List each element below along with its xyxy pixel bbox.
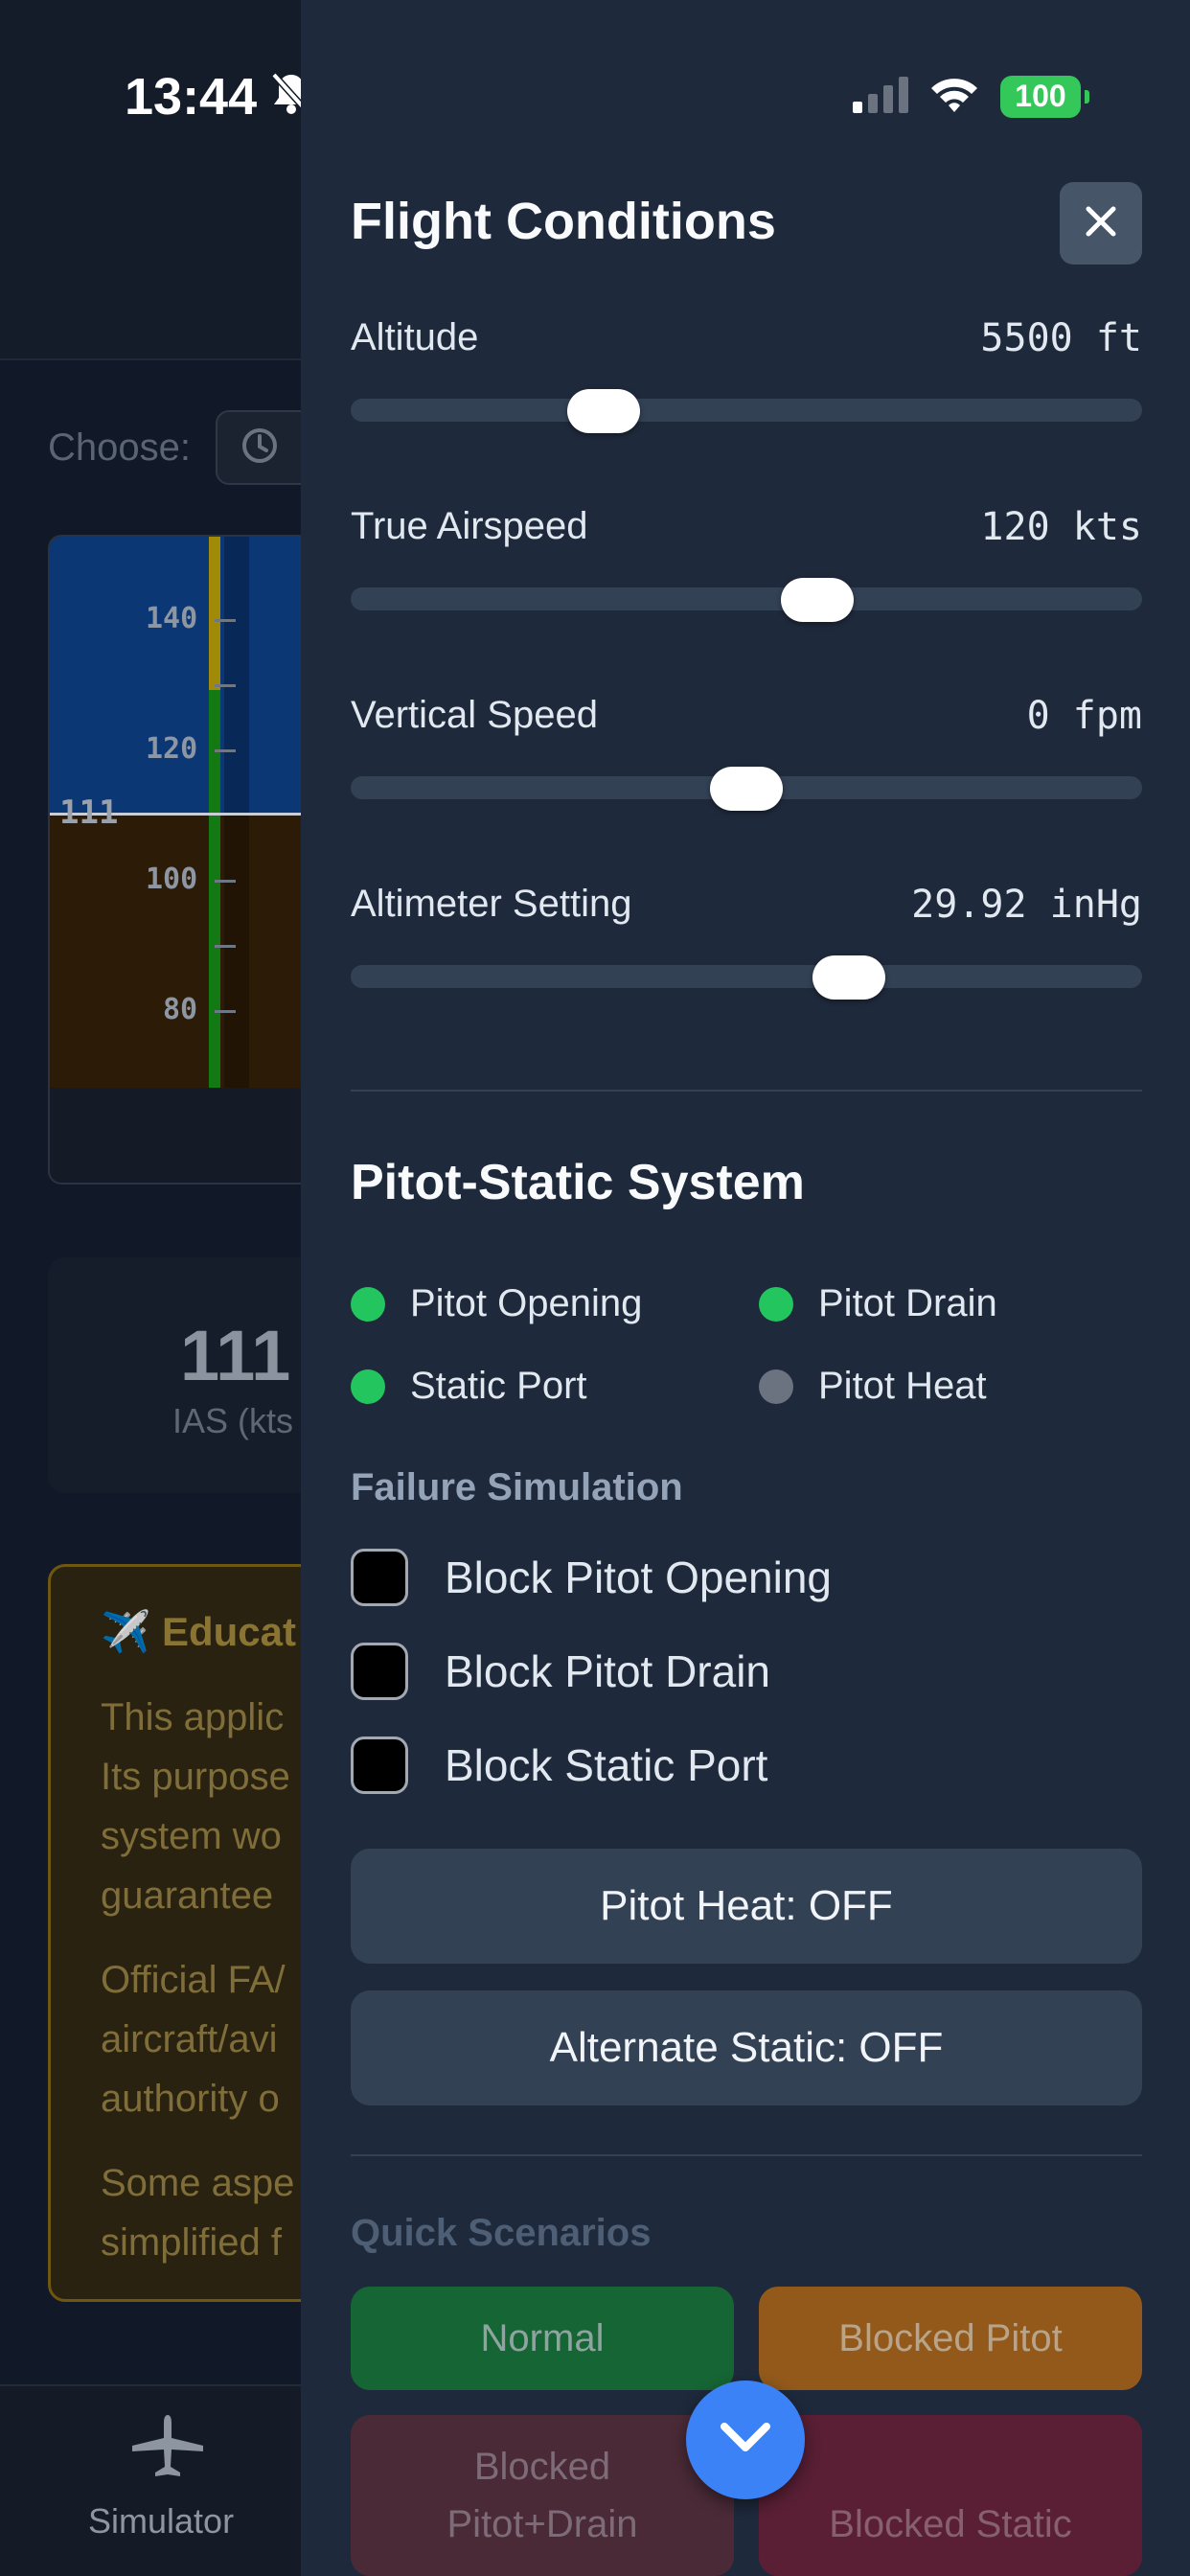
education-title-text: Educat — [161, 1609, 296, 1654]
tick-mark — [215, 1010, 236, 1013]
altitude-slider[interactable] — [351, 399, 1142, 422]
scroll-down-button[interactable] — [686, 2380, 805, 2499]
close-button[interactable] — [1060, 182, 1142, 264]
indicator-label: Pitot Opening — [410, 1282, 643, 1324]
indicator-pitot-heat: Pitot Heat — [759, 1365, 987, 1408]
checkbox-label: Block Pitot Opening — [445, 1552, 833, 1602]
wifi-icon — [929, 75, 979, 118]
block-pitot-opening-row[interactable]: Block Pitot Opening — [351, 1549, 832, 1606]
airplane-icon: ✈️ — [101, 1609, 151, 1654]
slider-label: Altitude — [351, 316, 479, 358]
tick-mark — [215, 945, 236, 948]
altitude-slider-thumb[interactable] — [567, 389, 641, 433]
education-paragraph: Some aspe simplified f — [101, 2162, 295, 2264]
status-dot — [759, 1368, 793, 1404]
battery-indicator: 100 — [1000, 75, 1089, 118]
status-dot — [351, 1368, 385, 1404]
divider — [351, 1090, 1142, 1092]
block-pitot-drain-row[interactable]: Block Pitot Drain — [351, 1643, 770, 1700]
block-pitot-drain-checkbox[interactable] — [351, 1643, 408, 1700]
gauge-footer — [50, 1088, 333, 1183]
nav-simulator-label[interactable]: Simulator — [88, 2501, 234, 2542]
airspeed-slider-thumb[interactable] — [781, 578, 855, 622]
status-dot — [351, 1286, 385, 1322]
altimeter-slider[interactable] — [351, 965, 1142, 988]
ias-readout-card: 111 IAS (kts — [48, 1257, 335, 1493]
scenario-blocked-pitot-button[interactable]: Blocked Pitot — [759, 2287, 1142, 2390]
airspeed-gauge: 140 120 100 80 111 — [48, 535, 335, 1184]
cellular-signal-icon — [851, 75, 912, 118]
checkbox-label: Block Pitot Drain — [445, 1646, 771, 1696]
checkbox-label: Block Static Port — [445, 1740, 768, 1790]
status-time: 13:44 — [125, 68, 258, 126]
slider-value: 0 fpm — [1026, 694, 1142, 738]
pitot-heat-button[interactable]: Pitot Heat: OFF — [351, 1849, 1142, 1964]
block-static-port-checkbox[interactable] — [351, 1736, 408, 1794]
status-indicators: 100 — [851, 75, 1089, 118]
block-pitot-opening-checkbox[interactable] — [351, 1549, 408, 1606]
altimeter-slider-thumb[interactable] — [812, 955, 886, 1000]
vertical-speed-slider-thumb[interactable] — [710, 767, 783, 811]
alternate-static-button[interactable]: Alternate Static: OFF — [351, 1990, 1142, 2105]
indicator-pitot-opening: Pitot Opening — [351, 1282, 642, 1325]
education-card: ✈️ Educat This applic Its purpose system… — [48, 1564, 335, 2302]
education-paragraph: This applic Its purpose system wo guaran… — [101, 1696, 290, 1917]
education-title: ✈️ Educat — [101, 1609, 296, 1656]
flight-conditions-panel: 100 Flight Conditions Altitude 5500 ft T… — [301, 0, 1190, 2576]
tick-label: 80 — [163, 993, 198, 1026]
slider-value: 120 kts — [980, 505, 1142, 549]
ias-value: 111 — [180, 1316, 291, 1395]
gauge-current-value: 111 — [59, 794, 119, 832]
airspeed-slider[interactable] — [351, 587, 1142, 610]
choose-row: Choose: — [48, 410, 321, 485]
status-dot — [759, 1286, 793, 1322]
tick-mark — [215, 619, 236, 622]
tick-mark — [215, 880, 236, 883]
indicator-label: Static Port — [410, 1365, 587, 1407]
block-static-port-row[interactable]: Block Static Port — [351, 1736, 767, 1794]
divider — [351, 2154, 1142, 2156]
chevron-down-icon — [717, 2419, 774, 2462]
tick-label: 140 — [146, 602, 198, 635]
tick-mark — [215, 684, 236, 687]
quick-scenarios-title: Quick Scenarios — [351, 2212, 652, 2254]
ias-label: IAS (kts — [172, 1401, 294, 1440]
tick-label: 120 — [146, 732, 198, 766]
indicator-label: Pitot Drain — [818, 1282, 997, 1324]
tape-caution-arc — [209, 537, 220, 690]
failure-simulation-title: Failure Simulation — [351, 1466, 683, 1508]
scenario-normal-button[interactable]: Normal — [351, 2287, 734, 2390]
scenario-blocked-static-button[interactable]: Blocked Static — [759, 2415, 1142, 2576]
tick-mark — [215, 749, 236, 752]
tick-label: 100 — [146, 862, 198, 896]
gauge-sky — [50, 537, 333, 815]
clock-icon — [240, 426, 279, 470]
indicator-label: Pitot Heat — [818, 1365, 987, 1407]
education-paragraph: Official FA/ aircraft/avi authority o — [101, 1959, 286, 2120]
slider-value: 29.92 inHg — [911, 883, 1142, 927]
scenario-blocked-pitot-drain-button[interactable]: Blocked Pitot+Drain — [351, 2415, 734, 2576]
gauge-ground — [50, 815, 333, 1088]
pitot-static-title: Pitot-Static System — [351, 1155, 805, 1210]
slider-label: Altimeter Setting — [351, 883, 632, 925]
panel-title: Flight Conditions — [351, 193, 776, 250]
airplane-icon[interactable] — [130, 2413, 205, 2487]
slider-value: 5500 ft — [980, 316, 1142, 360]
slider-label: Vertical Speed — [351, 694, 598, 736]
indicator-pitot-drain: Pitot Drain — [759, 1282, 997, 1325]
indicator-static-port: Static Port — [351, 1365, 587, 1408]
slider-label: True Airspeed — [351, 505, 588, 547]
close-icon — [1085, 205, 1117, 242]
choose-label: Choose: — [48, 426, 191, 469]
